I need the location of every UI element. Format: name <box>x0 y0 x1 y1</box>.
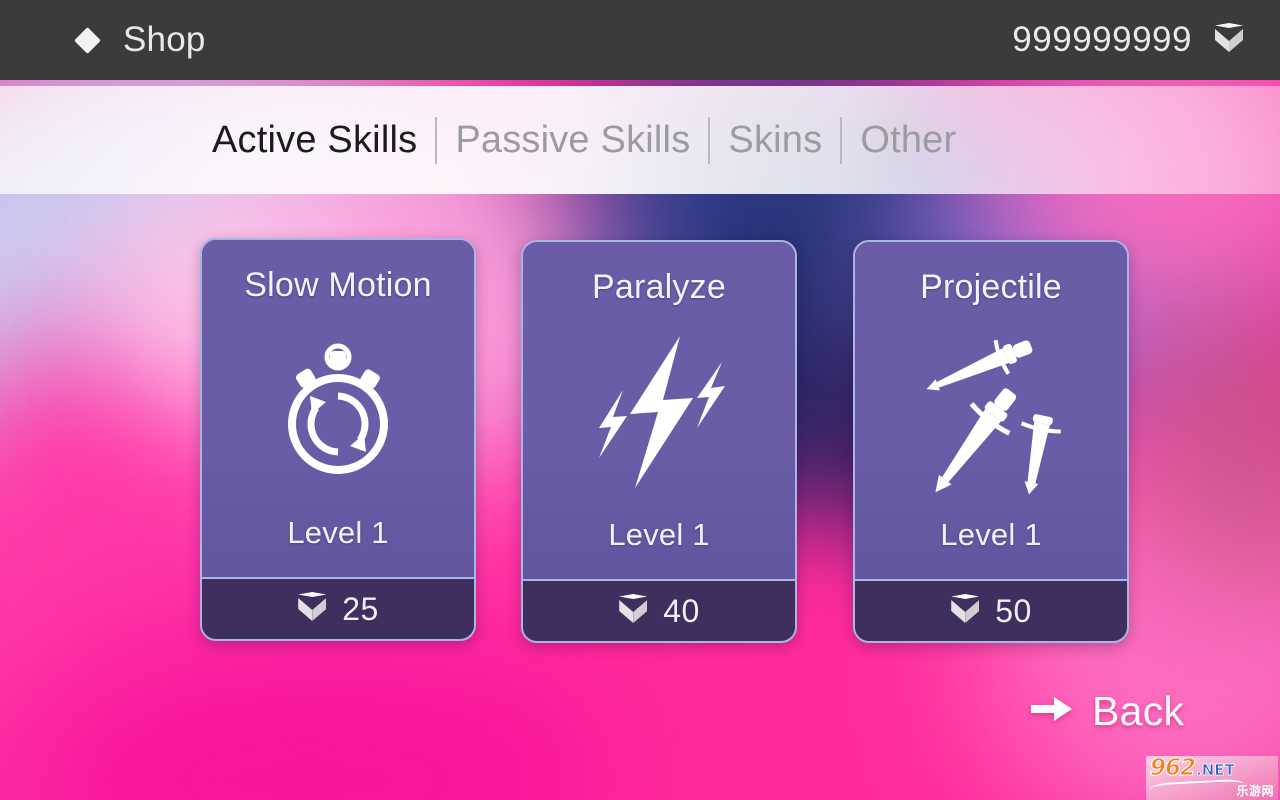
skill-card-paralyze[interactable]: Paralyze Level 1 40 <box>521 240 797 643</box>
back-button-label: Back <box>1092 688 1185 734</box>
card-body: Projectile Level 1 <box>855 242 1127 579</box>
page-title: Shop <box>123 20 206 59</box>
cube-icon <box>950 594 980 628</box>
watermark-logo: 962 .NET 乐游网 <box>1146 756 1278 800</box>
back-button[interactable]: Back <box>1030 688 1184 735</box>
card-price-footer[interactable]: 50 <box>855 579 1127 641</box>
arrow-right-icon <box>1030 694 1074 729</box>
card-title: Projectile <box>920 268 1062 306</box>
daggers-icon <box>855 307 1127 517</box>
card-body: Paralyze Level 1 <box>523 242 795 579</box>
currency-amount: 999999999 <box>1012 20 1192 59</box>
card-title: Slow Motion <box>244 266 432 304</box>
skill-card-grid: Slow Motion Level 1 25 Paralyze Level 1 … <box>0 0 1280 800</box>
card-cost: 40 <box>663 592 700 629</box>
card-price-footer[interactable]: 25 <box>202 577 474 639</box>
cube-icon <box>297 592 327 626</box>
watermark-subtitle: 乐游网 <box>1236 784 1274 798</box>
lightning-bolt-icon <box>523 307 795 517</box>
diamond-icon[interactable] <box>74 26 101 54</box>
skill-card-projectile[interactable]: Projectile Level 1 50 <box>853 240 1129 643</box>
card-level: Level 1 <box>608 517 710 552</box>
card-level: Level 1 <box>287 515 389 550</box>
card-cost: 50 <box>995 592 1032 629</box>
cube-icon <box>618 594 648 628</box>
header-left-group: Shop <box>0 20 206 60</box>
skill-card-slow-motion[interactable]: Slow Motion Level 1 25 <box>200 238 476 641</box>
card-body: Slow Motion Level 1 <box>202 240 474 577</box>
cube-icon <box>1214 23 1244 57</box>
watermark-row: 962 .NET <box>1146 756 1278 780</box>
top-header-bar: Shop 999999999 <box>0 0 1280 80</box>
watermark-number: 962 <box>1149 756 1196 781</box>
card-level: Level 1 <box>940 517 1042 552</box>
watermark-domain: .NET <box>1196 761 1236 779</box>
card-cost: 25 <box>342 590 379 627</box>
card-title: Paralyze <box>592 268 726 306</box>
card-price-footer[interactable]: 40 <box>523 579 795 641</box>
currency-display: 999999999 <box>1012 20 1280 60</box>
stopwatch-loop-icon <box>202 305 474 515</box>
